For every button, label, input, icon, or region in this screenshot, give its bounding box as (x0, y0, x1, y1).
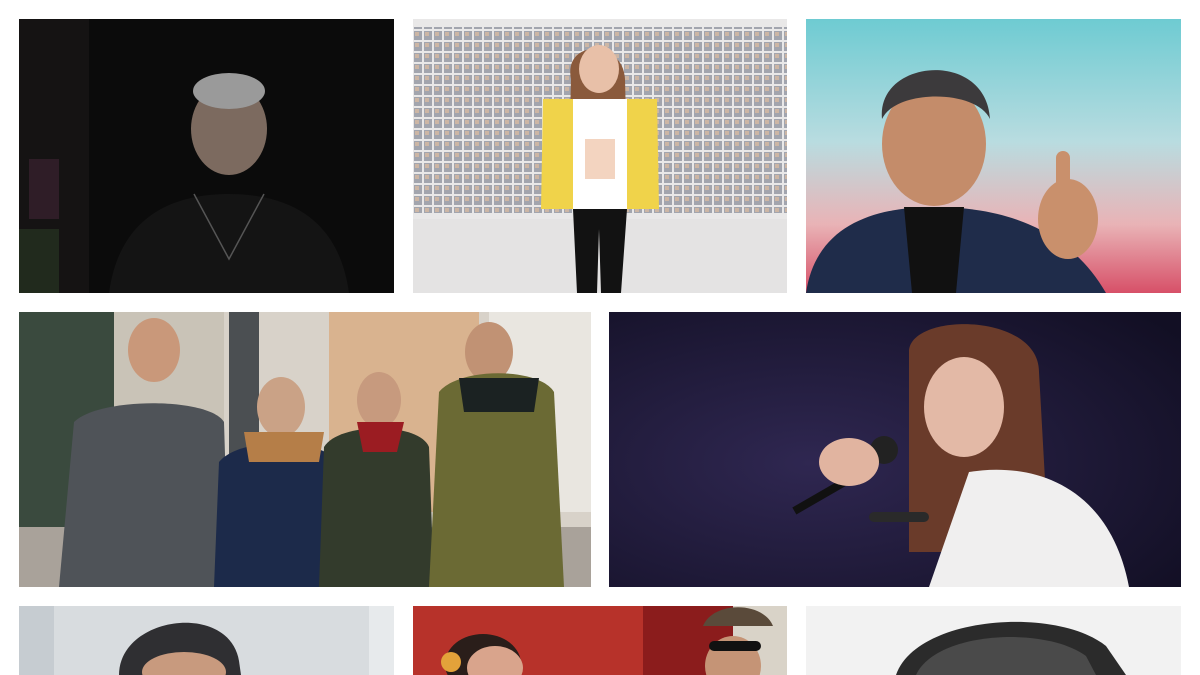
duo-red-background-image (413, 606, 787, 675)
band-street-image (19, 312, 591, 587)
singer-microphone-image (609, 312, 1181, 587)
photo-tile-man-thumbs-up[interactable] (806, 19, 1181, 293)
photo-tile-singer-microphone[interactable] (609, 312, 1181, 587)
photo-tile-man-partial[interactable] (19, 606, 394, 675)
photo-tile-band-street[interactable] (19, 312, 591, 587)
singer-photo-wall-image (413, 19, 787, 293)
photo-tile-portrait-man-dark[interactable] (19, 19, 394, 293)
portrait-man-dark-image (19, 19, 394, 293)
photo-tile-man-monochrome[interactable] (806, 606, 1181, 675)
photo-tile-duo-red-background[interactable] (413, 606, 787, 675)
man-monochrome-image (806, 606, 1181, 675)
photo-tile-singer-photo-wall[interactable] (413, 19, 787, 293)
man-thumbs-up-image (806, 19, 1181, 293)
man-partial-image (19, 606, 394, 675)
